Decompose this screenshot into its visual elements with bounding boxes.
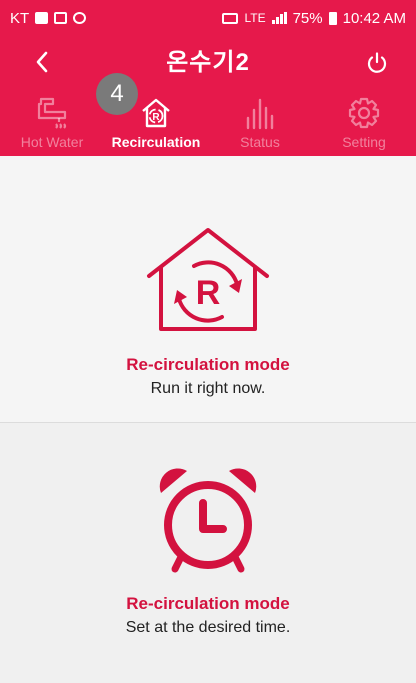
gear-icon	[347, 94, 381, 132]
hd-voice-icon	[222, 12, 239, 24]
power-button[interactable]	[358, 44, 396, 82]
battery-percent: 75%	[292, 9, 323, 27]
status-left: KT	[10, 9, 87, 27]
network-label: LTE	[244, 11, 266, 25]
tab-hot-water[interactable]: Hot Water	[0, 92, 104, 156]
scheduled-card-subtitle: Set at the desired time.	[125, 619, 291, 636]
tab-bar: Hot Water R Recirculation Status Setting	[0, 92, 416, 156]
messenger-notification-icon	[73, 12, 87, 24]
scheduled-card-title: Re-circulation mode	[126, 594, 290, 613]
tab-hot-water-label: Hot Water	[20, 134, 84, 150]
house-recirculation-icon: R	[143, 226, 273, 337]
carrier-label: KT	[10, 9, 30, 27]
title-row: 온수기2	[0, 36, 416, 90]
clock-time: 10:42 AM	[342, 9, 406, 27]
gallery-notification-icon	[35, 12, 49, 24]
faucet-icon	[35, 94, 69, 132]
power-icon	[367, 52, 387, 73]
scheduled-time-card[interactable]: Re-circulation mode Set at the desired t…	[0, 422, 416, 683]
svg-text:R: R	[196, 274, 221, 312]
tab-status[interactable]: Status	[208, 92, 312, 156]
app-notification-icon	[54, 12, 68, 24]
run-now-card-subtitle: Run it right now.	[150, 380, 266, 397]
signal-icon	[271, 12, 287, 24]
run-now-card-title: Re-circulation mode	[126, 355, 290, 374]
app-header: KT LTE 75% 10:42 AM 온수기2 Hot Water R Rec…	[0, 0, 416, 156]
tab-setting[interactable]: Setting	[312, 92, 416, 156]
back-button[interactable]	[22, 42, 62, 82]
chevron-left-icon	[36, 51, 48, 73]
step-number-badge: 4	[96, 73, 138, 115]
svg-text:R: R	[152, 112, 160, 123]
bar-chart-icon	[244, 94, 276, 132]
tab-recirculation-label: Recirculation	[111, 134, 201, 150]
tab-setting-label: Setting	[342, 134, 386, 150]
status-bar: KT LTE 75% 10:42 AM	[0, 0, 416, 36]
alarm-clock-icon	[153, 465, 263, 580]
house-recirculation-icon: R	[139, 94, 173, 132]
tab-status-label: Status	[240, 134, 280, 150]
page-title: 온수기2	[166, 49, 250, 76]
status-right: LTE 75% 10:42 AM	[222, 10, 406, 27]
battery-icon	[328, 11, 337, 25]
run-now-card[interactable]: R Re-circulation mode Run it right now.	[0, 156, 416, 422]
